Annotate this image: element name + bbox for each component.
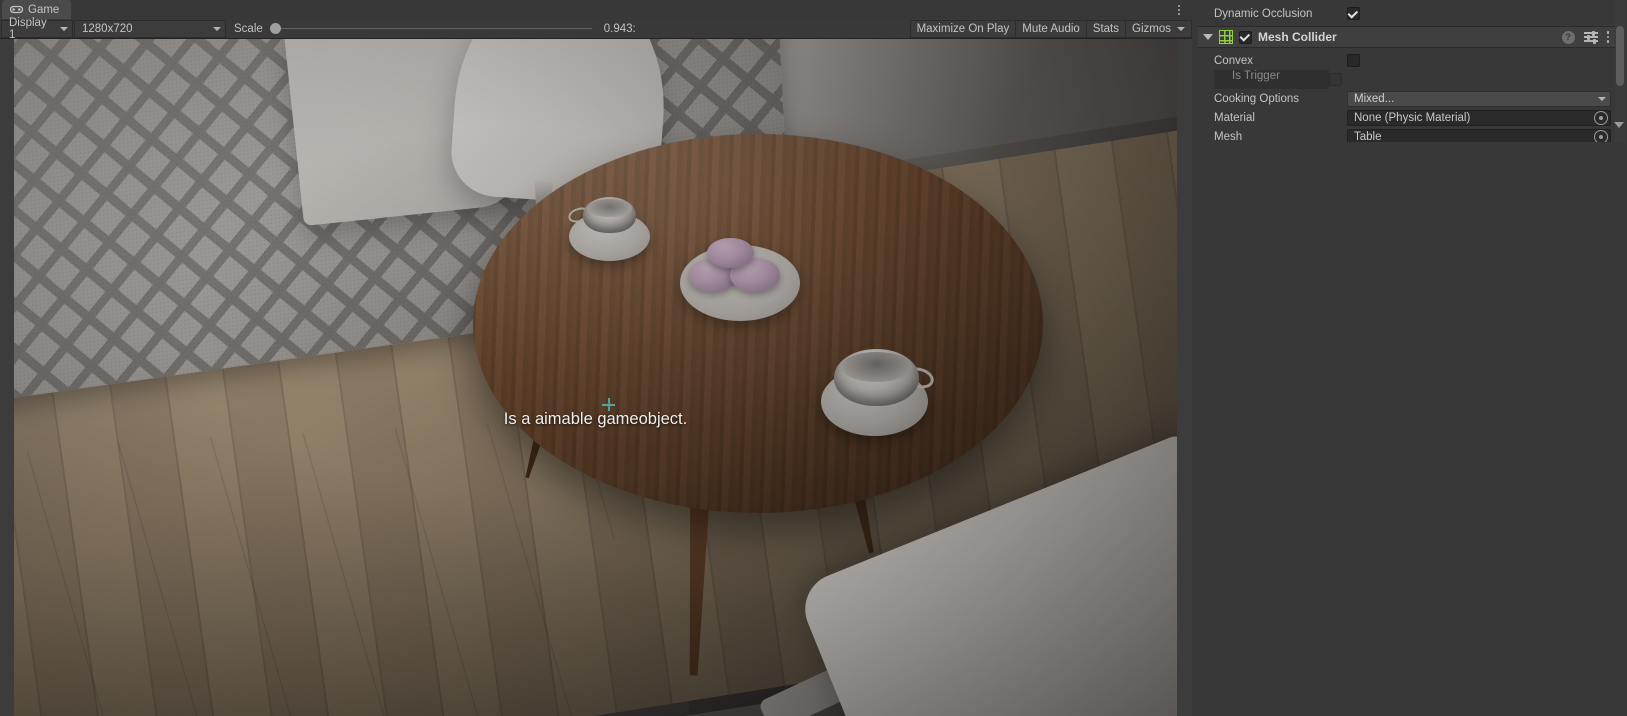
display-dropdown[interactable]: Display 1 [1, 16, 73, 41]
chevron-down-icon[interactable] [1613, 122, 1624, 128]
mesh-collider-header[interactable]: Mesh Collider ? [1198, 26, 1615, 48]
component-header-icons: ? [1561, 30, 1615, 44]
property-row-is-trigger: Is Trigger [1198, 70, 1615, 89]
object-picker-icon[interactable] [1594, 129, 1608, 142]
convex-label: Convex [1214, 54, 1253, 67]
property-row-cooking-options: Cooking Options Mixed... [1198, 89, 1615, 108]
dynamic-occlusion-checkbox[interactable] [1347, 7, 1360, 20]
material-object-field[interactable]: None (Physic Material) [1347, 109, 1611, 126]
scene-macaron-top [707, 238, 754, 269]
mesh-label: Mesh [1214, 130, 1243, 143]
inspector-scrollbar-thumb[interactable] [1616, 26, 1624, 86]
scale-slider-knob[interactable] [269, 23, 281, 34]
display-dropdown-value: Display 1 [9, 16, 47, 41]
chevron-down-icon [1177, 26, 1185, 31]
help-icon[interactable]: ? [1561, 30, 1575, 44]
mesh-collider-enabled-checkbox[interactable] [1239, 30, 1252, 44]
inspector-scrollbar[interactable] [1613, 0, 1626, 142]
scale-label: Scale [234, 22, 263, 35]
game-view-panel: Game Display 1 1280x720 Scale 0.943: Max… [0, 0, 1192, 716]
game-tabbar: Game [0, 0, 1192, 19]
scale-slider-track [269, 28, 592, 29]
game-toolbar-right: Maximize On Play Mute Audio Stats Gizmos [909, 19, 1192, 39]
game-toolbar: Display 1 1280x720 Scale 0.943: Maximize… [0, 16, 1192, 41]
preset-icon[interactable] [1583, 30, 1598, 44]
inspector-panel: Dynamic Occlusion Mesh Collider ? Convex… [1192, 0, 1627, 142]
property-row-dynamic-occlusion: Dynamic Occlusion [1198, 4, 1615, 23]
is-trigger-label: Is Trigger [1214, 70, 1329, 89]
gizmos-button[interactable]: Gizmos [1126, 19, 1192, 38]
scale-control[interactable]: Scale 0.943: [226, 20, 910, 38]
resolution-dropdown-value: 1280x720 [82, 22, 133, 35]
cooking-options-dropdown[interactable]: Mixed... [1347, 90, 1611, 107]
cooking-options-value: Mixed... [1354, 92, 1395, 105]
right-dock: Dynamic Occlusion Mesh Collider ? Convex… [1192, 0, 1627, 716]
maximize-on-play-button[interactable]: Maximize On Play [909, 19, 1017, 38]
mesh-collider-title: Mesh Collider [1258, 30, 1337, 44]
dynamic-occlusion-label: Dynamic Occlusion [1214, 7, 1313, 20]
mesh-object-field[interactable]: Table [1347, 128, 1611, 143]
chevron-down-icon [60, 26, 68, 31]
gizmos-label: Gizmos [1132, 22, 1171, 35]
inspector-content: Dynamic Occlusion Mesh Collider ? Convex… [1198, 0, 1615, 142]
scene-teacup-upper-interior [587, 198, 632, 218]
scale-value: 0.943: [603, 22, 636, 35]
material-value: None (Physic Material) [1354, 111, 1471, 124]
cooking-options-label: Cooking Options [1214, 92, 1300, 105]
property-row-mesh: Mesh Table [1198, 127, 1615, 142]
chevron-down-icon [213, 26, 221, 31]
chevron-down-icon[interactable] [1203, 34, 1213, 40]
gamepad-icon [10, 5, 23, 14]
scale-slider[interactable] [269, 20, 592, 38]
mesh-value: Table [1354, 130, 1382, 143]
convex-checkbox[interactable] [1347, 54, 1360, 67]
resolution-dropdown[interactable]: 1280x720 [74, 19, 226, 38]
scene-teacup-lower-interior [840, 352, 912, 383]
is-trigger-checkbox [1329, 73, 1342, 86]
game-render-surface[interactable]: Is a aimable gameobject. [14, 39, 1177, 716]
tab-game-label: Game [28, 3, 60, 16]
mute-audio-button[interactable]: Mute Audio [1016, 19, 1087, 38]
game-panel-menu-icon[interactable] [1172, 2, 1186, 17]
object-picker-icon[interactable] [1594, 110, 1608, 125]
scene-table-shading [473, 133, 1044, 513]
material-label: Material [1214, 111, 1255, 124]
component-menu-icon[interactable] [1606, 31, 1609, 43]
mesh-collider-icon [1219, 30, 1233, 44]
chevron-down-icon [1598, 96, 1606, 101]
property-row-convex: Convex [1198, 51, 1615, 70]
property-row-material: Material None (Physic Material) [1198, 108, 1615, 127]
stats-button[interactable]: Stats [1086, 19, 1127, 38]
